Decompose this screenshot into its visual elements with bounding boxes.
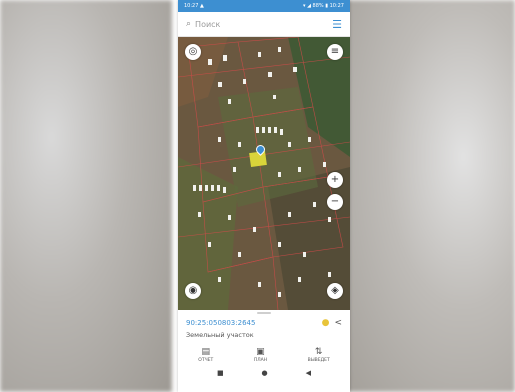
favorite-star-icon[interactable]: ● xyxy=(322,318,330,328)
system-nav-bar: ■ ● ◀ xyxy=(178,369,350,377)
nav-plan[interactable]: ▣ ПЛАН xyxy=(254,347,267,363)
blurred-background-right xyxy=(343,0,515,392)
home-button[interactable]: ● xyxy=(262,369,268,377)
back-button[interactable]: ◀ xyxy=(306,369,311,377)
cadastral-number[interactable]: 90:25:050803:2645 xyxy=(186,319,322,327)
status-bar: 10:27 ▲ ▾ ◢ 88% ▮ 10:27 xyxy=(178,0,350,12)
export-icon: ⇅ xyxy=(314,347,323,357)
recents-button[interactable]: ■ xyxy=(217,369,224,377)
nav-report-label: ОТЧЕТ xyxy=(198,358,214,363)
phone-screen: 10:27 ▲ ▾ ◢ 88% ▮ 10:27 ⌕ Поиск ☰ ◎ ≡ + … xyxy=(178,0,350,392)
status-left: 10:27 ▲ xyxy=(184,3,204,9)
search-bar[interactable]: ⌕ Поиск ☰ xyxy=(178,12,350,37)
search-icon: ⌕ xyxy=(186,19,192,29)
bottom-nav: ▤ ОТЧЕТ ▣ ПЛАН ⇅ ВЫВЕДЕТ xyxy=(178,347,350,363)
layers-icon[interactable]: ≡ xyxy=(327,44,343,60)
blurred-background-left xyxy=(0,0,172,392)
nav-export[interactable]: ⇅ ВЫВЕДЕТ xyxy=(308,347,330,363)
nav-report[interactable]: ▤ ОТЧЕТ xyxy=(198,347,213,363)
parcel-type: Земельный участок xyxy=(186,331,254,339)
zoom-out-icon[interactable]: − xyxy=(327,194,343,210)
locate-icon[interactable]: ◉ xyxy=(185,283,201,299)
plan-icon: ▣ xyxy=(256,347,265,357)
nav-export-label: ВЫВЕДЕТ xyxy=(307,358,330,363)
search-input[interactable]: Поиск xyxy=(195,20,332,29)
map-canvas[interactable] xyxy=(178,37,350,310)
report-icon: ▤ xyxy=(201,347,211,357)
status-right: ▾ ◢ 88% ▮ 10:27 xyxy=(303,3,344,9)
zoom-in-icon[interactable]: + xyxy=(327,172,343,188)
compass-icon[interactable]: ◎ xyxy=(185,44,201,60)
share-icon[interactable]: < xyxy=(334,318,342,328)
satellite-map[interactable]: ◎ ≡ + − ◉ ◈ xyxy=(178,37,350,310)
gps-icon[interactable]: ◈ xyxy=(327,283,343,299)
menu-icon[interactable]: ☰ xyxy=(332,18,342,31)
parcel-info-panel[interactable]: 90:25:050803:2645 ● < Земельный участок … xyxy=(178,310,350,392)
nav-plan-label: ПЛАН xyxy=(253,358,268,363)
